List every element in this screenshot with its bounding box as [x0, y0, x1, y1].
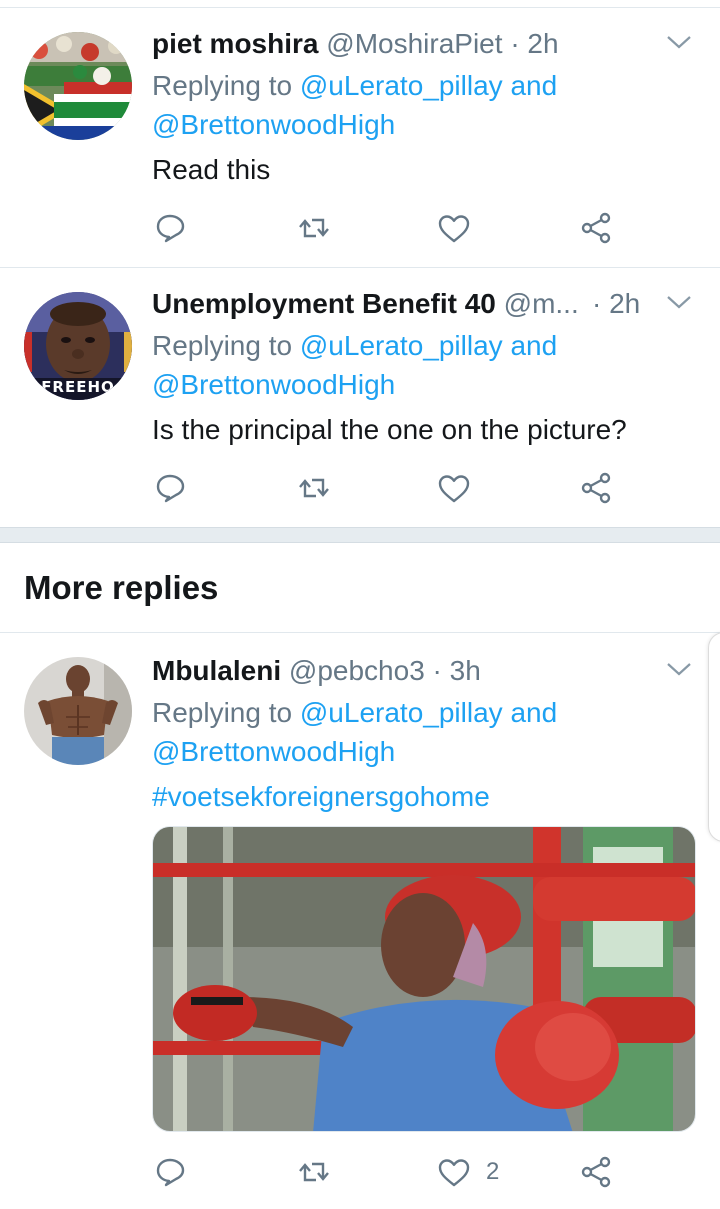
reply-button[interactable] — [152, 208, 188, 248]
reply-icon — [156, 214, 185, 243]
retweet-button[interactable] — [296, 1152, 332, 1192]
replying-to: Replying to @uLerato_pillay and — [152, 66, 557, 106]
retweet-button[interactable] — [296, 208, 332, 248]
chevron-down-icon[interactable] — [666, 292, 692, 312]
heart-icon — [438, 475, 470, 503]
chevron-down-icon[interactable] — [666, 659, 692, 679]
avatar[interactable] — [24, 657, 132, 765]
mention-link[interactable]: @BrettonwoodHigh — [152, 105, 395, 145]
tweet-text: Read this — [152, 154, 271, 185]
hashtag-link[interactable]: #voetsekforeignersgohome — [152, 777, 490, 817]
tweet-actions — [152, 208, 620, 248]
tweet-text: Is the principal the one on the picture? — [152, 414, 627, 445]
tweet-header: Unemployment Benefit 40 @m... — [152, 284, 644, 324]
tweet[interactable]: piet moshira @MoshiraPiet · 2h Replying … — [0, 0, 720, 268]
mention-link[interactable]: @uLerato_pillay — [300, 697, 503, 728]
like-count: 2 — [486, 1158, 500, 1185]
heart-icon — [438, 215, 470, 243]
author-name[interactable]: Mbulaleni — [152, 655, 281, 686]
heart-icon — [438, 1159, 470, 1187]
elderly-woman-boxing-photo — [153, 827, 695, 1131]
section-separator — [0, 527, 720, 543]
retweet-icon — [299, 1162, 329, 1182]
mention-link[interactable]: @uLerato_pillay — [300, 70, 503, 101]
tweet-timestamp[interactable]: · 3h — [433, 655, 481, 686]
like-button[interactable] — [436, 208, 472, 248]
retweet-icon — [299, 478, 329, 498]
author-handle[interactable]: @MoshiraPiet — [326, 28, 502, 59]
tweet-actions: 2 — [152, 1152, 620, 1192]
tweet-media-photo[interactable] — [152, 826, 696, 1132]
tweet[interactable]: FREEHO Unemployment Benefit 40 @m... · 2… — [0, 268, 720, 527]
south-african-flag-crowd-avatar — [24, 32, 132, 140]
share-icon — [581, 1156, 611, 1188]
mention-link[interactable]: @BrettonwoodHigh — [152, 732, 395, 772]
shirtless-man-avatar — [24, 657, 132, 765]
reply-button[interactable] — [152, 1152, 188, 1192]
replying-prefix: Replying to — [152, 330, 293, 361]
avatar[interactable]: FREEHO — [24, 292, 132, 400]
replying-prefix: Replying to — [152, 70, 293, 101]
replying-prefix: Replying to — [152, 697, 293, 728]
tweet-header: Mbulaleni @pebcho3 · 3h — [152, 651, 481, 691]
retweet-icon — [299, 218, 329, 238]
like-button[interactable]: 2 — [436, 1152, 499, 1192]
tweet-actions — [152, 468, 620, 508]
like-button[interactable] — [436, 468, 472, 508]
more-replies-heading: More replies — [24, 569, 219, 606]
mention-and[interactable]: and — [510, 330, 557, 361]
author-name[interactable]: Unemployment Benefit 40 — [152, 288, 496, 319]
author-handle[interactable]: @m... — [504, 288, 579, 319]
share-button[interactable] — [578, 1152, 614, 1192]
retweet-button[interactable] — [296, 468, 332, 508]
reply-button[interactable] — [152, 468, 188, 508]
tweet-timestamp[interactable]: · 2h — [510, 28, 558, 59]
avatar-caption: FREEHO — [41, 378, 115, 396]
share-button[interactable] — [578, 468, 614, 508]
mention-link[interactable]: @uLerato_pillay — [300, 330, 503, 361]
reply-icon — [156, 1158, 185, 1187]
mention-and[interactable]: and — [510, 70, 557, 101]
author-name[interactable]: piet moshira — [152, 28, 318, 59]
mention-link[interactable]: @BrettonwoodHigh — [152, 365, 395, 405]
mention-and[interactable]: and — [510, 697, 557, 728]
replying-to: Replying to @uLerato_pillay and — [152, 326, 557, 366]
tweet-timestamp[interactable]: · 2h — [592, 284, 640, 324]
replying-to: Replying to @uLerato_pillay and — [152, 693, 557, 733]
scrollbar[interactable] — [708, 632, 720, 842]
tweet-header: piet moshira @MoshiraPiet · 2h — [152, 24, 559, 64]
avatar[interactable] — [24, 32, 132, 140]
share-icon — [581, 472, 611, 504]
reply-icon — [156, 474, 185, 503]
chevron-down-icon[interactable] — [666, 32, 692, 52]
author-handle[interactable]: @pebcho3 — [289, 655, 425, 686]
share-icon — [581, 212, 611, 244]
share-button[interactable] — [578, 208, 614, 248]
